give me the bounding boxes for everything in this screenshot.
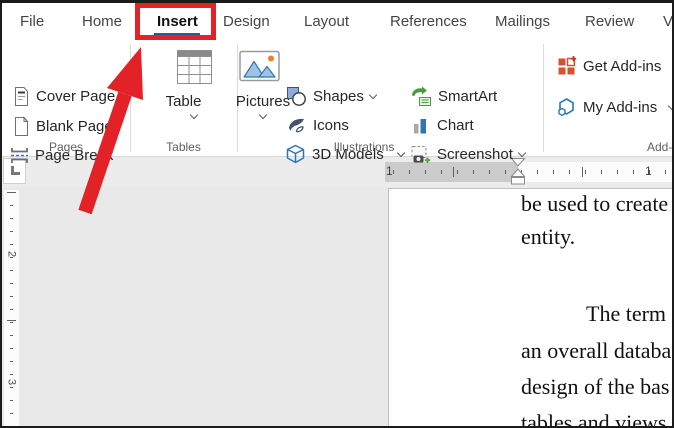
chevron-down-icon <box>119 90 129 99</box>
tab-layout[interactable]: Layout <box>304 13 349 30</box>
tab-home[interactable]: Home <box>82 13 122 30</box>
smartart-label: SmartArt <box>438 87 498 105</box>
cover-page-button[interactable]: Cover Page <box>12 85 129 107</box>
cover-page-icon <box>12 86 30 107</box>
chart-button[interactable]: Chart <box>411 114 474 136</box>
shapes-label: Shapes <box>313 87 364 105</box>
insert-tab-highlight-box <box>135 3 216 40</box>
pictures-button[interactable]: Pictures <box>236 40 290 152</box>
tables-group-label: Tables <box>166 140 201 154</box>
table-label: Table <box>165 93 202 110</box>
blank-page-label: Blank Page <box>36 117 113 135</box>
get-add-ins-label: Get Add-ins <box>583 57 662 75</box>
ruler-half-tick <box>7 320 16 321</box>
icons-button[interactable]: Icons <box>286 114 349 136</box>
chevron-down-icon <box>517 148 527 157</box>
ruler-number: 3 <box>5 378 18 386</box>
group-pages: Cover Page Blank Page Page Break Pages <box>2 40 130 164</box>
chevron-down-icon <box>368 90 378 99</box>
table-icon <box>172 47 216 87</box>
pages-group-label: Pages <box>48 140 84 154</box>
menu-bar: File Home Insert Design Layout Reference… <box>2 3 674 40</box>
ruler-half-tick <box>582 167 583 177</box>
shapes-icon <box>286 86 307 107</box>
ruler-number: 1 <box>645 164 652 178</box>
ruler-number: 2 <box>5 250 18 258</box>
addins-group-label: Add-ins <box>647 140 674 154</box>
ruler-ticks <box>10 192 13 426</box>
get-add-ins-button[interactable]: Get Add-ins <box>556 55 661 77</box>
vertical-ruler[interactable]: 2 3 <box>4 190 19 426</box>
ruler-ticks <box>393 170 674 174</box>
smartart-icon <box>410 86 432 107</box>
ruler-number: 1 <box>386 164 393 178</box>
cover-page-label: Cover Page <box>36 87 116 105</box>
document-line: design of the bas <box>521 374 670 399</box>
document-line: an overall databa <box>521 338 672 363</box>
screenshot-border <box>0 0 2 428</box>
chevron-down-icon <box>189 110 199 120</box>
pictures-icon <box>239 50 281 82</box>
get-add-ins-icon <box>556 55 577 77</box>
tab-file[interactable]: File <box>20 13 44 30</box>
chart-icon <box>411 115 431 135</box>
illustrations-group-label: Illustrations <box>333 140 395 154</box>
icons-gallery-icon <box>286 115 307 136</box>
my-add-ins-button[interactable]: My Add-ins <box>556 96 674 118</box>
document-line: tables and views <box>521 410 667 426</box>
group-addins: Get Add-ins My Add-ins Add-ins <box>543 40 674 157</box>
document-page[interactable]: be used to create entity. The term an ov… <box>388 188 672 426</box>
group-tables: Table Tables <box>130 40 237 157</box>
ruler-half-tick <box>7 192 16 193</box>
shapes-button[interactable]: Shapes <box>286 85 378 107</box>
tab-review[interactable]: Review <box>585 13 634 30</box>
screenshot-border <box>0 0 674 3</box>
blank-page-button[interactable]: Blank Page <box>12 115 113 137</box>
tab-design[interactable]: Design <box>223 13 270 30</box>
tab-selector-icon <box>11 166 20 175</box>
my-add-ins-icon <box>556 97 577 118</box>
icons-label: Icons <box>313 116 349 134</box>
ruler-half-tick <box>453 167 454 177</box>
document-line: be used to create <box>521 191 669 216</box>
blank-page-icon <box>12 115 30 137</box>
ribbon: Cover Page Blank Page Page Break Pages T… <box>2 40 674 164</box>
tab-references[interactable]: References <box>390 13 467 30</box>
tab-mailings[interactable]: Mailings <box>495 13 550 30</box>
document-area: 2 3 be used to create entity. The term a… <box>2 187 672 426</box>
my-add-ins-label: My Add-ins <box>583 98 658 116</box>
smartart-button[interactable]: SmartArt <box>410 85 497 107</box>
chart-label: Chart <box>437 116 474 134</box>
word-window: File Home Insert Design Layout Reference… <box>0 0 674 428</box>
chevron-down-icon <box>258 110 268 120</box>
document-line: entity. <box>521 224 576 249</box>
table-button[interactable]: Table <box>130 40 237 152</box>
document-line: The term <box>586 301 667 326</box>
group-illustrations: Pictures Shapes Icons 3D Models SmartArt… <box>236 40 543 163</box>
